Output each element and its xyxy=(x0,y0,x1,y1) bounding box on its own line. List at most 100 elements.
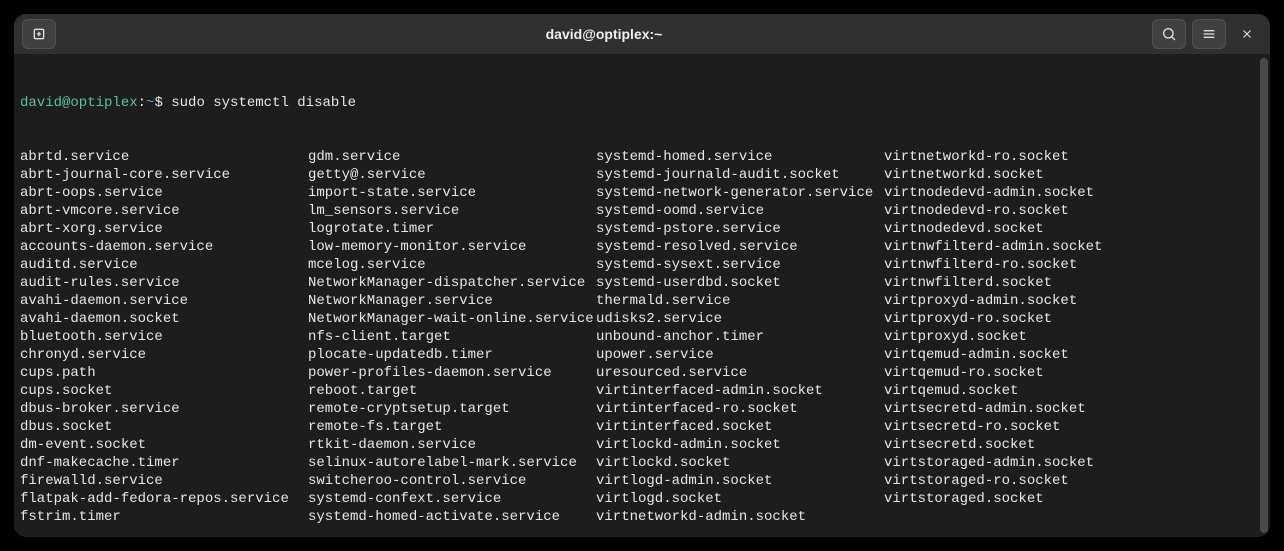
service-item: power-profiles-daemon.service xyxy=(308,364,596,382)
search-button[interactable] xyxy=(1152,19,1186,49)
service-item: systemd-journald-audit.socket xyxy=(596,166,884,184)
service-item: virtstoraged-admin.socket xyxy=(884,454,1172,472)
service-item: virtproxyd-ro.socket xyxy=(884,310,1172,328)
scrollbar[interactable] xyxy=(1258,58,1268,533)
service-item: bluetooth.service xyxy=(20,328,308,346)
service-item: virtproxyd.socket xyxy=(884,328,1172,346)
titlebar-left xyxy=(22,19,56,49)
service-item: upower.service xyxy=(596,346,884,364)
service-item: firewalld.service xyxy=(20,472,308,490)
service-item: virtsecretd-admin.socket xyxy=(884,400,1172,418)
service-item: virtqemud-ro.socket xyxy=(884,364,1172,382)
service-item: plocate-updatedb.timer xyxy=(308,346,596,364)
service-item: systemd-userdbd.socket xyxy=(596,274,884,292)
terminal-body[interactable]: david@optiplex:~$ sudo systemctl disable… xyxy=(14,54,1270,537)
service-item: virtinterfaced-admin.socket xyxy=(596,382,884,400)
service-item: unbound-anchor.timer xyxy=(596,328,884,346)
menu-button[interactable] xyxy=(1192,19,1226,49)
titlebar-right xyxy=(1152,19,1262,49)
prompt-path: ~ xyxy=(146,94,154,112)
service-item: systemd-resolved.service xyxy=(596,238,884,256)
service-item: NetworkManager-wait-online.service xyxy=(308,310,596,328)
service-item: avahi-daemon.socket xyxy=(20,310,308,328)
service-item: systemd-sysext.service xyxy=(596,256,884,274)
service-item: virtnodedevd-ro.socket xyxy=(884,202,1172,220)
service-item: NetworkManager.service xyxy=(308,292,596,310)
service-item: avahi-daemon.service xyxy=(20,292,308,310)
service-item: getty@.service xyxy=(308,166,596,184)
service-item: rtkit-daemon.service xyxy=(308,436,596,454)
prompt-user: david@optiplex xyxy=(20,94,138,112)
service-item: abrtd.service xyxy=(20,148,308,166)
service-item: virtinterfaced-ro.socket xyxy=(596,400,884,418)
service-column-3: systemd-homed.service systemd-journald-a… xyxy=(596,148,884,526)
service-item: flatpak-add-fedora-repos.service xyxy=(20,490,308,508)
service-item: virtnetworkd-admin.socket xyxy=(596,508,884,526)
prompt-line-1: david@optiplex:~$ sudo systemctl disable xyxy=(20,94,1258,112)
service-item: systemd-homed.service xyxy=(596,148,884,166)
hamburger-icon xyxy=(1201,26,1217,42)
service-column-4: virtnetworkd-ro.socket virtnetworkd.sock… xyxy=(884,148,1172,526)
search-icon xyxy=(1161,26,1177,42)
service-item: dbus-broker.service xyxy=(20,400,308,418)
service-item: systemd-network-generator.service xyxy=(596,184,884,202)
service-item: mcelog.service xyxy=(308,256,596,274)
service-item: abrt-xorg.service xyxy=(20,220,308,238)
service-item: dbus.socket xyxy=(20,418,308,436)
service-item: virtsecretd.socket xyxy=(884,436,1172,454)
service-item: virtstoraged-ro.socket xyxy=(884,472,1172,490)
service-item: virtnetworkd.socket xyxy=(884,166,1172,184)
close-icon xyxy=(1240,27,1254,41)
service-item: remote-cryptsetup.target xyxy=(308,400,596,418)
service-item: systemd-homed-activate.service xyxy=(308,508,596,526)
service-item: nfs-client.target xyxy=(308,328,596,346)
plus-icon xyxy=(31,26,47,42)
service-item: chronyd.service xyxy=(20,346,308,364)
service-item: switcheroo-control.service xyxy=(308,472,596,490)
prompt-command: sudo systemctl disable xyxy=(171,94,356,112)
service-column-1: abrtd.service abrt-journal-core.service … xyxy=(20,148,308,526)
service-item: virtlockd-admin.socket xyxy=(596,436,884,454)
service-item: accounts-daemon.service xyxy=(20,238,308,256)
service-item: selinux-autorelabel-mark.service xyxy=(308,454,596,472)
service-item: virtqemud.socket xyxy=(884,382,1172,400)
service-item: reboot.target xyxy=(308,382,596,400)
prompt-dollar: $ xyxy=(154,94,171,112)
service-item: cups.path xyxy=(20,364,308,382)
new-tab-button[interactable] xyxy=(22,19,56,49)
service-item: audit-rules.service xyxy=(20,274,308,292)
service-item: fstrim.timer xyxy=(20,508,308,526)
terminal-window: david@optiplex:~ david@optiplex:~$ sudo … xyxy=(14,14,1270,537)
service-item: import-state.service xyxy=(308,184,596,202)
service-item: virtnodedevd.socket xyxy=(884,220,1172,238)
close-button[interactable] xyxy=(1232,19,1262,49)
service-item: virtnwfilterd.socket xyxy=(884,274,1172,292)
service-item: virtnwfilterd-ro.socket xyxy=(884,256,1172,274)
service-item: logrotate.timer xyxy=(308,220,596,238)
service-item: lm_sensors.service xyxy=(308,202,596,220)
service-columns: abrtd.service abrt-journal-core.service … xyxy=(20,148,1258,526)
service-item: abrt-journal-core.service xyxy=(20,166,308,184)
scrollbar-thumb[interactable] xyxy=(1260,58,1268,533)
service-item: low-memory-monitor.service xyxy=(308,238,596,256)
prompt-colon: : xyxy=(138,94,146,112)
service-item: cups.socket xyxy=(20,382,308,400)
service-item: abrt-vmcore.service xyxy=(20,202,308,220)
service-item: auditd.service xyxy=(20,256,308,274)
service-item: dnf-makecache.timer xyxy=(20,454,308,472)
service-item: NetworkManager-dispatcher.service xyxy=(308,274,596,292)
service-item: virtproxyd-admin.socket xyxy=(884,292,1172,310)
service-item: virtlogd.socket xyxy=(596,490,884,508)
service-item: systemd-confext.service xyxy=(308,490,596,508)
service-item: uresourced.service xyxy=(596,364,884,382)
service-item: abrt-oops.service xyxy=(20,184,308,202)
service-item: thermald.service xyxy=(596,292,884,310)
titlebar: david@optiplex:~ xyxy=(14,14,1270,54)
service-item: systemd-pstore.service xyxy=(596,220,884,238)
service-item: virtnwfilterd-admin.socket xyxy=(884,238,1172,256)
service-item: remote-fs.target xyxy=(308,418,596,436)
service-item: systemd-oomd.service xyxy=(596,202,884,220)
service-item: virtlogd-admin.socket xyxy=(596,472,884,490)
service-item: virtstoraged.socket xyxy=(884,490,1172,508)
service-item: virtqemud-admin.socket xyxy=(884,346,1172,364)
